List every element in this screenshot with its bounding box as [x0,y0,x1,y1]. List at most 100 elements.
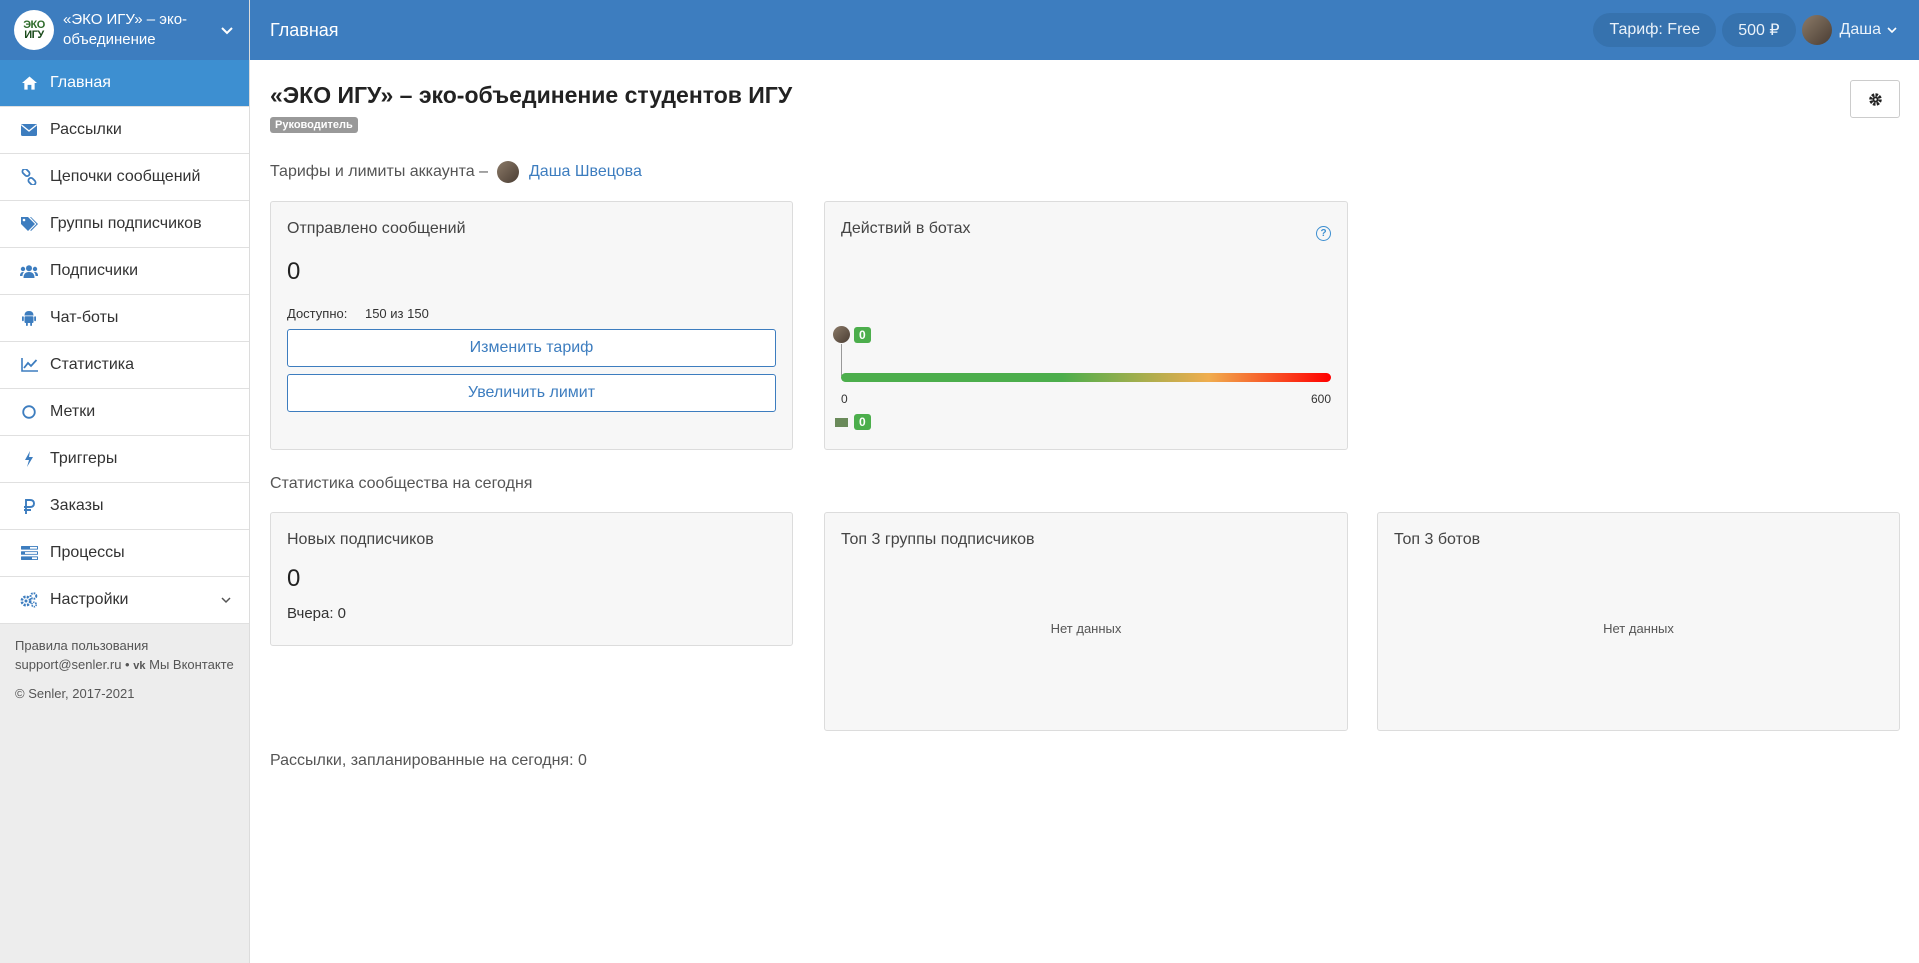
scale-min: 0 [841,392,848,406]
card-title: Топ 3 группы подписчиков [841,531,1035,548]
terms-link[interactable]: Правила пользования [15,638,148,653]
current-count-badge: 0 [854,326,871,343]
card-title: Новых подписчиков [287,531,434,548]
support-email-link[interactable]: support@senler.ru [15,657,121,672]
card-title: Действий в ботах [841,220,971,237]
logo-line2: ИГУ [24,29,44,41]
tariffs-section-label: Тарифы и лимиты аккаунта – Даша Швецова [270,161,642,183]
nav-item-home[interactable]: Главная [0,60,249,107]
nav-item-tags[interactable]: Метки [0,389,249,436]
nav-item-triggers[interactable]: Триггеры [0,436,249,483]
empty-state: Нет данных [1050,621,1122,636]
ruble-icon [20,497,38,515]
nav-label: Настройки [50,591,129,608]
balance-button[interactable]: 500 ₽ [1722,13,1796,47]
new-subscribers-count: 0 [287,565,301,592]
scale-max: 600 [1310,392,1331,406]
bot-actions-card: Действий в ботах ? 0 0 600 0 [824,201,1348,450]
footer-separator: • [125,657,130,672]
nav-item-chains[interactable]: Цепочки сообщений [0,154,249,201]
nav-label: Процессы [50,544,125,561]
bolt-icon [20,450,38,468]
community-name: «ЭКО ИГУ» – эко-объединение [63,11,188,48]
nav-item-chatbots[interactable]: Чат-боты [0,295,249,342]
nav-item-subscriber-groups[interactable]: Группы подписчиков [0,201,249,248]
community-switcher[interactable]: ЭКО ИГУ «ЭКО ИГУ» – эко-объединение [0,0,249,60]
main-nav: Главная Рассылки Цепочки сообщений Групп… [0,60,249,624]
empty-state: Нет данных [1603,621,1674,636]
available-value: 150 из 150 [364,306,429,321]
page-title: «ЭКО ИГУ» – эко-объединение студентов ИГ… [270,82,793,108]
chevron-down-icon [221,597,231,604]
user-avatar [1801,15,1832,45]
users-icon [20,262,38,280]
home-icon [20,74,38,92]
owner-avatar [833,326,850,343]
vk-icon: vk [133,660,146,672]
copyright: © Senler, 2017-2021 [15,686,135,701]
chevron-down-icon [1887,27,1897,34]
sidebar: ЭКО ИГУ «ЭКО ИГУ» – эко-объединение Глав… [0,0,250,963]
nav-label: Подписчики [50,262,139,279]
vk-link[interactable]: Мы Вконтакте [149,657,234,672]
increase-limit-button[interactable]: Увеличить лимит [287,374,776,412]
nav-label: Заказы [50,497,104,514]
community-count-badge: 0 [854,414,871,430]
nav-item-processes[interactable]: Процессы [0,530,249,577]
nav-item-settings[interactable]: Настройки [0,577,249,624]
tariffs-label: Тарифы и лимиты аккаунта – [270,163,488,180]
available-label: Доступно: [287,306,348,321]
card-title: Отправлено сообщений [287,220,466,237]
role-badge: Руководитель [270,117,358,133]
new-subscribers-card: Новых подписчиков 0 Вчера: 0 [270,512,793,646]
nav-item-subscribers[interactable]: Подписчики [0,248,249,295]
main-content: «ЭКО ИГУ» – эко-объединение студентов ИГ… [270,60,1900,769]
sidebar-footer: Правила пользования support@senler.ru • … [0,624,249,715]
top-bar: Главная Тариф: Free 500 ₽ Даша [250,0,1919,60]
messages-sent-count: 0 [287,258,301,285]
community-marker: 0 [835,414,871,430]
top-groups-card: Топ 3 группы подписчиков Нет данных [824,512,1348,731]
nav-label: Цепочки сообщений [50,168,201,185]
gear-icon [1868,92,1882,106]
chevron-down-icon [221,27,233,35]
tasks-icon [20,544,38,562]
community-mini-icon [835,417,848,427]
card-title: Топ 3 ботов [1394,531,1481,548]
header-title: Главная [270,19,339,40]
link-icon [20,168,38,186]
nav-label: Метки [50,403,96,420]
community-stats-label: Статистика сообщества на сегодня [270,475,533,492]
yesterday-count: Вчера: 0 [287,605,347,622]
nav-item-orders[interactable]: Заказы [0,483,249,530]
available-row: Доступно: 150 из 150 [287,306,776,321]
marker-line [841,344,842,376]
scheduled-mailings-label: Рассылки, запланированные на сегодня: 0 [270,752,587,769]
page-settings-button[interactable] [1850,80,1900,118]
nav-item-statistics[interactable]: Статистика [0,342,249,389]
nav-label: Главная [50,74,111,91]
actions-progress-bar [841,373,1331,382]
top-bots-card: Топ 3 ботов Нет данных [1377,512,1900,731]
nav-item-mailings[interactable]: Рассылки [0,107,249,154]
envelope-icon [20,121,38,139]
android-icon [20,309,38,327]
nav-label: Статистика [50,356,135,373]
chart-line-icon [20,356,38,374]
tags-icon [20,215,38,233]
cogs-icon [20,591,38,609]
messages-sent-card: Отправлено сообщений 0 Доступно: 150 из … [270,201,793,450]
tariff-button[interactable]: Тариф: Free [1593,13,1717,47]
nav-label: Рассылки [50,121,122,138]
community-logo: ЭКО ИГУ [14,10,54,50]
nav-label: Чат-боты [50,309,119,326]
circle-icon [20,403,38,421]
help-icon[interactable]: ? [1316,226,1331,241]
nav-label: Триггеры [50,450,118,467]
current-marker: 0 [833,326,871,343]
user-name: Даша [1839,21,1881,38]
owner-avatar [496,161,519,183]
owner-link[interactable]: Даша Швецова [529,163,642,181]
change-tariff-button[interactable]: Изменить тариф [287,329,776,367]
user-menu[interactable]: Даша [1801,15,1899,45]
